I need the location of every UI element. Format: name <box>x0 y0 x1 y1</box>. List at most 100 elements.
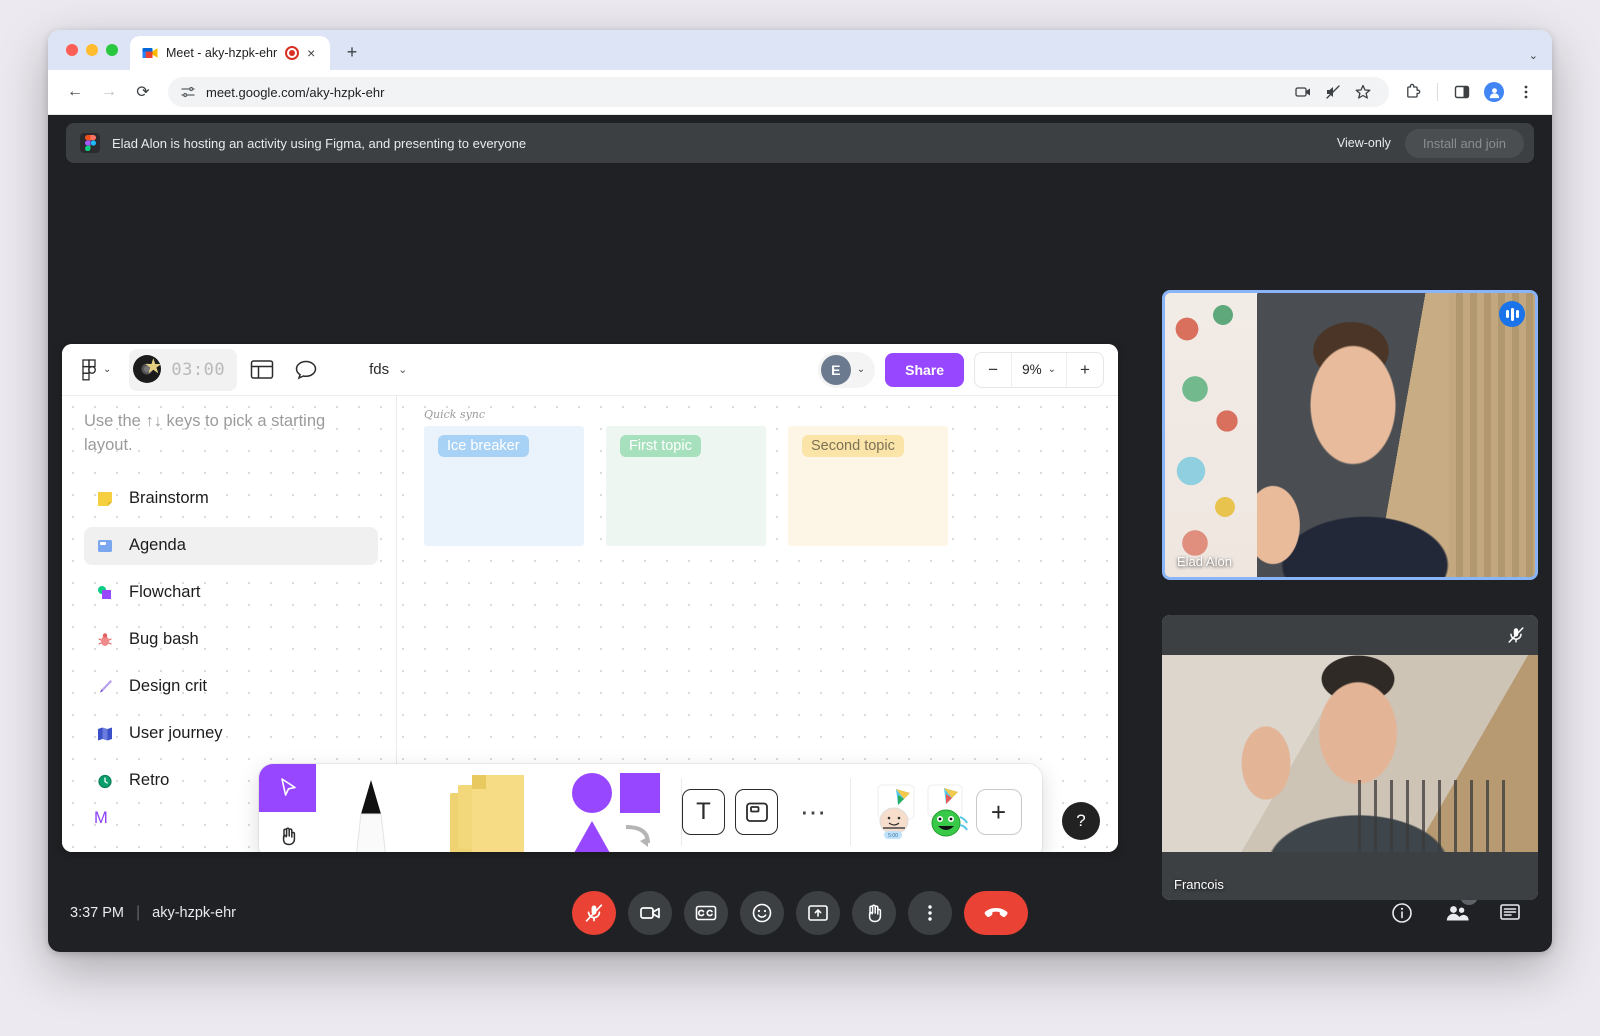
camera-button[interactable] <box>628 891 672 935</box>
layout-item-label: Retro <box>129 771 170 790</box>
close-icon[interactable]: × <box>307 46 315 60</box>
help-button[interactable]: ? <box>1062 802 1100 840</box>
new-tab-button[interactable]: + <box>338 38 366 66</box>
layout-item-agenda[interactable]: Agenda <box>84 526 378 565</box>
close-window-button[interactable] <box>66 44 78 56</box>
browser-tab[interactable]: Meet - aky-hzpk-ehr × <box>130 36 330 70</box>
layout-item-design-crit[interactable]: Design crit <box>84 668 378 706</box>
more-tools-icon[interactable]: ⋯ <box>778 764 850 852</box>
end-call-button[interactable] <box>964 891 1028 935</box>
activity-banner-actions: View-only Install and join <box>1337 128 1524 158</box>
avatar: E <box>820 354 851 385</box>
zoom-level[interactable]: 9% ⌄ <box>1011 352 1067 387</box>
cursor-tool-group <box>259 764 316 852</box>
meeting-info-left: 3:37 PM | aky-hzpk-ehr <box>70 904 236 922</box>
agenda-column[interactable]: Ice breaker <box>424 426 584 546</box>
sticky-note-icon <box>94 488 116 510</box>
layout-item-bug-bash[interactable]: Bug bash <box>84 621 378 659</box>
cursor-icon[interactable] <box>259 764 316 812</box>
activity-banner: Elad Alon is hosting an activity using F… <box>66 123 1534 163</box>
chevron-down-icon[interactable]: ⌄ <box>857 364 865 375</box>
figma-timer[interactable]: ★ 03:00 <box>129 348 238 391</box>
marker-pen-icon[interactable] <box>316 764 426 852</box>
layout-item-flowchart[interactable]: Flowchart <box>84 574 378 612</box>
meet-controls <box>572 891 1028 935</box>
tab-muted-icon[interactable] <box>1319 78 1347 106</box>
section-frame-icon[interactable] <box>735 789 778 835</box>
participant-name: Elad Alon <box>1177 554 1232 569</box>
figma-icon <box>80 133 100 153</box>
toolbar-divider <box>1437 83 1438 101</box>
maximize-window-button[interactable] <box>106 44 118 56</box>
pen-nib-icon <box>94 676 116 698</box>
zoom-out-button[interactable]: − <box>975 353 1011 387</box>
chevron-down-icon: ⌄ <box>1047 364 1056 375</box>
raise-hand-button[interactable] <box>852 891 896 935</box>
microphone-off-button[interactable] <box>572 891 616 935</box>
agenda-column-label: Ice breaker <box>438 435 529 457</box>
agenda-column-label: Second topic <box>802 435 904 457</box>
figma-toolbar: ⌄ ★ 03:00 fds ⌄ E ⌄ Share − 9% ⌄ + <box>62 344 1118 396</box>
record-icon[interactable] <box>285 46 300 60</box>
layout-item-label: Design crit <box>129 677 207 696</box>
address-bar[interactable]: meet.google.com/aky-hzpk-ehr <box>168 77 1389 107</box>
flowchart-icon <box>94 582 116 604</box>
minimize-window-button[interactable] <box>86 44 98 56</box>
shapes-icon[interactable] <box>551 764 681 852</box>
figma-file-name[interactable]: fds <box>369 361 389 378</box>
emoji-reactions-button[interactable] <box>740 891 784 935</box>
back-button[interactable]: ← <box>60 77 90 107</box>
video-tile-francois[interactable]: Francois <box>1162 615 1538 900</box>
forward-button[interactable]: → <box>94 77 124 107</box>
background-mural <box>1165 293 1257 577</box>
map-icon <box>94 723 116 745</box>
share-button[interactable]: Share <box>885 352 965 387</box>
party-monster-sticker[interactable] <box>924 783 976 841</box>
site-settings-icon[interactable] <box>180 84 196 100</box>
figma-toolbar-right: E ⌄ Share − 9% ⌄ + <box>817 351 1104 388</box>
extensions-icon[interactable] <box>1399 78 1427 106</box>
layout-item-label: Brainstorm <box>129 489 209 508</box>
more-options-button[interactable] <box>908 891 952 935</box>
video-tile-elad-alon[interactable]: Elad Alon <box>1162 290 1538 580</box>
sticker-tray: 5:00 + <box>851 764 1042 852</box>
chevron-down-icon[interactable]: ⌄ <box>103 364 111 375</box>
comment-icon[interactable] <box>287 351 325 389</box>
agenda-column-label: First topic <box>620 435 701 457</box>
browser-menu-icon[interactable] <box>1512 78 1540 106</box>
separator: | <box>136 904 141 921</box>
chevron-down-icon[interactable]: ⌄ <box>398 363 407 376</box>
agenda-column[interactable]: Second topic <box>788 426 948 546</box>
profile-avatar-icon[interactable] <box>1480 78 1508 106</box>
figma-presentation-surface: ⌄ ★ 03:00 fds ⌄ E ⌄ Share − 9% ⌄ + Use t… <box>62 344 1118 852</box>
party-face-sticker[interactable]: 5:00 <box>872 783 924 841</box>
captions-button[interactable] <box>684 891 728 935</box>
bug-icon <box>94 629 116 651</box>
layout-panel-icon[interactable] <box>243 351 281 389</box>
zoom-in-button[interactable]: + <box>1067 353 1103 387</box>
install-and-join-button[interactable]: Install and join <box>1404 128 1524 158</box>
figma-logo[interactable]: ⌄ <box>76 358 117 381</box>
address-bar-url: meet.google.com/aky-hzpk-ehr <box>206 84 385 100</box>
mic-off-icon <box>1506 625 1526 645</box>
reload-button[interactable]: ⟳ <box>128 77 158 107</box>
sticky-notes-icon[interactable] <box>426 764 551 852</box>
layout-item-brainstorm[interactable]: Brainstorm <box>84 480 378 518</box>
chevron-down-icon[interactable]: ⌄ <box>1529 49 1538 62</box>
figma-collaborators[interactable]: E ⌄ <box>817 351 876 388</box>
text-tool-icon[interactable]: T <box>682 789 725 835</box>
layout-item-user-journey[interactable]: User journey <box>84 715 378 753</box>
layout-item-label: Bug bash <box>129 630 199 649</box>
hand-icon[interactable] <box>259 812 316 852</box>
current-time: 3:37 PM <box>70 905 124 921</box>
video-feed <box>1165 293 1535 577</box>
side-panel-icon[interactable] <box>1448 78 1476 106</box>
activity-banner-message: Elad Alon is hosting an activity using F… <box>112 135 527 151</box>
figma-timer-value: 03:00 <box>171 359 226 380</box>
screen-share-icon[interactable] <box>1289 78 1317 106</box>
bookmark-star-icon[interactable] <box>1349 78 1377 106</box>
present-screen-button[interactable] <box>796 891 840 935</box>
agenda-column[interactable]: First topic <box>606 426 766 546</box>
add-sticker-button[interactable]: + <box>975 789 1022 835</box>
clock-icon <box>94 770 116 792</box>
